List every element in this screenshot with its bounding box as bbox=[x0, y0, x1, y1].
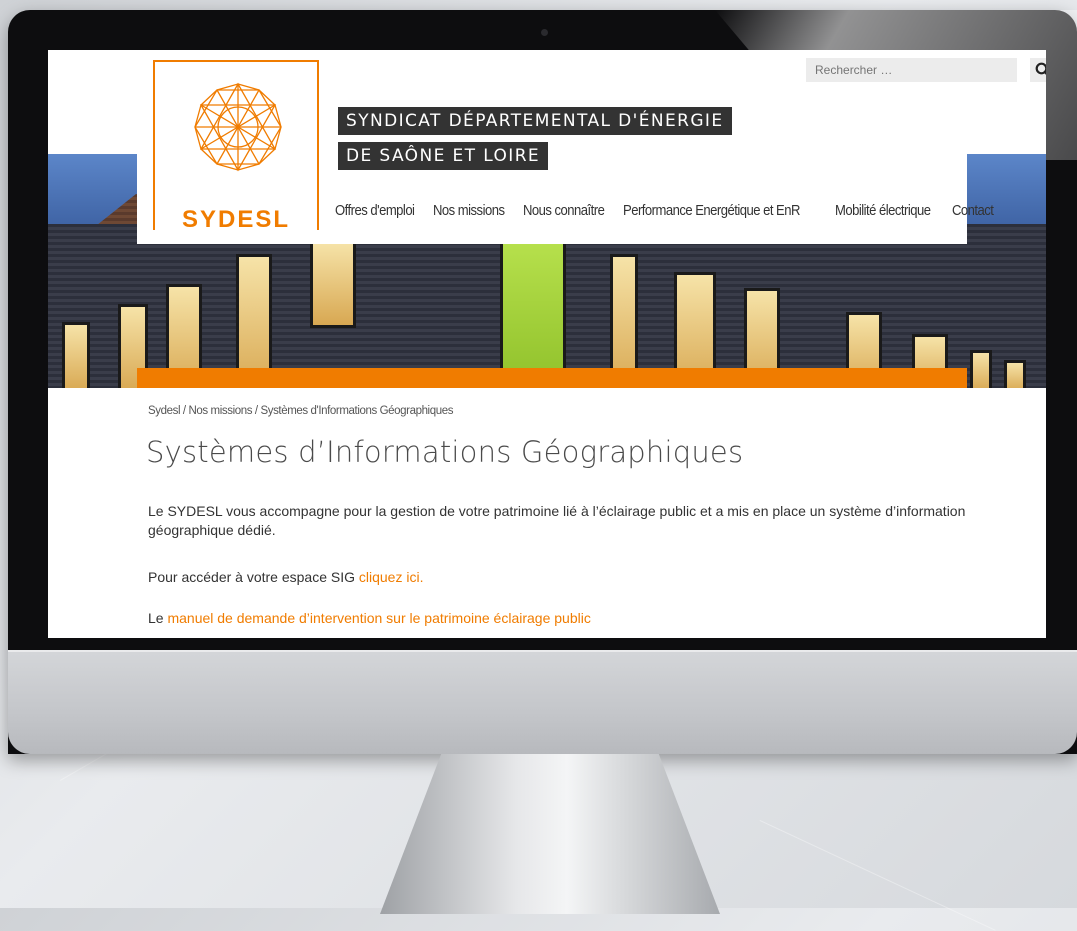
background-line bbox=[759, 820, 996, 931]
search-button[interactable] bbox=[1030, 58, 1046, 82]
sig-access-link[interactable]: cliquez ici. bbox=[359, 569, 424, 585]
logo-text: SYDESL bbox=[155, 206, 317, 234]
monitor-chin bbox=[8, 650, 1077, 754]
logo-emblem-icon bbox=[194, 82, 282, 172]
nav-item-nos-missions[interactable]: Nos missions bbox=[433, 202, 505, 219]
window bbox=[310, 240, 356, 328]
website-screen: SYDESL SYNDICAT DÉPARTEMENTAL D'ÉNERGIE … bbox=[48, 50, 1046, 638]
sig-access-text: Pour accéder à votre espace SIG bbox=[148, 569, 359, 585]
nav-item-contact[interactable]: Contact bbox=[952, 202, 994, 219]
window bbox=[62, 322, 90, 388]
manual-link[interactable]: manuel de demande d’intervention sur le … bbox=[167, 610, 590, 626]
logo[interactable]: SYDESL bbox=[153, 60, 319, 234]
intro-paragraph: Le SYDESL vous accompagne pour la gestio… bbox=[148, 503, 966, 538]
sig-access-paragraph: Pour accéder à votre espace SIG cliquez … bbox=[148, 568, 968, 587]
manual-text: Le bbox=[148, 610, 168, 626]
camera-icon bbox=[541, 29, 548, 36]
site-header: SYDESL SYNDICAT DÉPARTEMENTAL D'ÉNERGIE … bbox=[137, 50, 1046, 244]
nav-item-mobilite-electrique[interactable]: Mobilité électrique bbox=[835, 202, 931, 219]
site-title-line1: SYNDICAT DÉPARTEMENTAL D'ÉNERGIE bbox=[338, 107, 732, 135]
monitor-stand bbox=[380, 754, 720, 914]
site-title-line2: DE SAÔNE ET LOIRE bbox=[338, 142, 549, 170]
nav-item-offres-emploi[interactable]: Offres d'emploi bbox=[335, 202, 415, 219]
window bbox=[970, 350, 992, 388]
nav-item-performance-energetique[interactable]: Performance Energétique et EnR bbox=[623, 202, 800, 219]
main-nav: Offres d'emploi Nos missions Nous connaî… bbox=[335, 202, 1006, 219]
search-input[interactable] bbox=[806, 58, 1017, 82]
breadcrumb: Sydesl / Nos missions / Systèmes d'Infor… bbox=[148, 405, 454, 417]
page-title: Systèmes d’Informations Géographiques bbox=[146, 435, 744, 469]
manual-paragraph: Le manuel de demande d’intervention sur … bbox=[148, 609, 968, 628]
orange-bar bbox=[137, 368, 967, 388]
search-icon bbox=[1035, 62, 1046, 75]
window bbox=[1004, 360, 1026, 388]
nav-item-nous-connaitre[interactable]: Nous connaître bbox=[523, 202, 605, 219]
window bbox=[500, 240, 566, 388]
